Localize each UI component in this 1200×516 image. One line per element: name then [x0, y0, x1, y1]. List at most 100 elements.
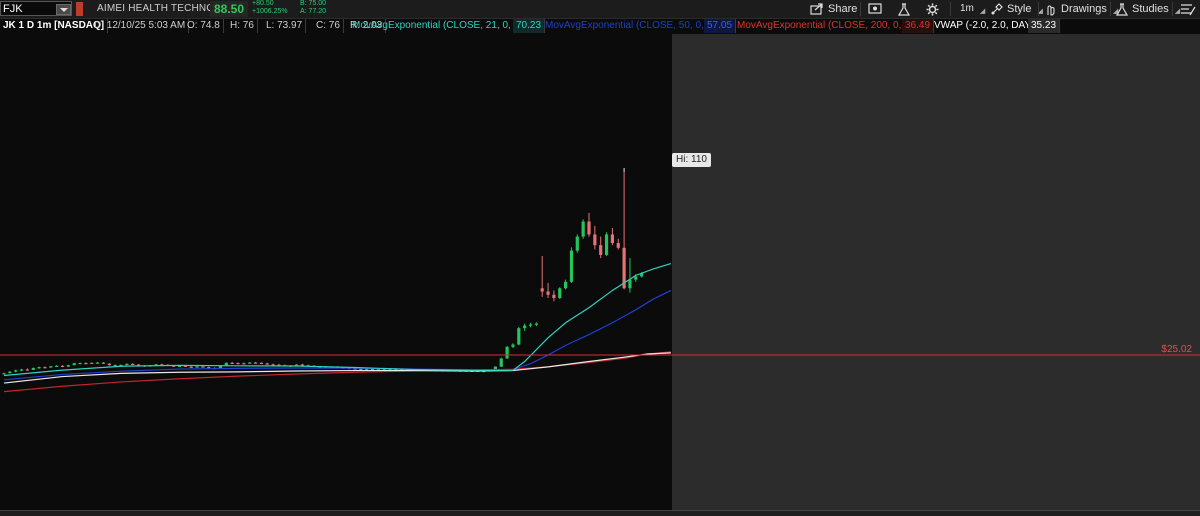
candle-up	[49, 366, 53, 368]
candle-up	[31, 367, 35, 370]
timeframe-button[interactable]: 1m ◢	[960, 1, 985, 17]
gear-icon	[926, 3, 939, 15]
vwap-value: 35.23	[1028, 19, 1061, 33]
flask-button[interactable]	[898, 1, 910, 17]
ask-value: A: 77.20	[300, 8, 327, 15]
candle-down	[230, 362, 234, 364]
studies-button[interactable]: Studies ◢	[1116, 1, 1180, 17]
candle-up	[499, 358, 503, 367]
candle-up	[558, 288, 562, 298]
candle-up	[569, 250, 574, 282]
candle-up	[2, 373, 6, 375]
candle-up	[528, 324, 533, 326]
candle-down	[60, 365, 65, 368]
toolbar-divider	[860, 2, 861, 16]
candle-up	[523, 325, 527, 329]
candle-down	[359, 368, 363, 371]
studies-label: Studies	[1132, 3, 1169, 15]
bid-ask: B: 75.00 A: 77.20	[300, 0, 326, 16]
symbol-input[interactable]: FJK	[0, 1, 72, 16]
candle-up	[365, 368, 369, 371]
candle-down	[265, 363, 269, 365]
flask-icon	[1116, 2, 1128, 16]
candle-down	[101, 362, 106, 364]
candle-up	[55, 365, 59, 368]
symbol-flag-icon[interactable]	[76, 2, 83, 16]
ema21-study[interactable]: MovAvgExponential (CLOSE, 21, 0, no)	[349, 19, 533, 33]
ema50-value: 57.05	[704, 19, 737, 33]
toolbar-divider	[1110, 2, 1111, 16]
bar-high: H: 76	[227, 19, 258, 33]
top-toolbar: FJK AIMEI HEALTH TECHNOL 88.50 +80.50 +1…	[0, 0, 1200, 19]
study-info-bar: JK 1 D 1m [NASDAQ] D: 12/10/25 5:03 AM O…	[0, 18, 1200, 34]
style-label: Style	[1007, 3, 1032, 15]
candle-down	[259, 362, 263, 364]
settings-button[interactable]	[926, 1, 939, 17]
candle-up	[14, 370, 18, 372]
candle-up	[628, 279, 632, 289]
candle-up	[37, 367, 41, 369]
candle-up	[564, 281, 568, 289]
patterns-button[interactable]	[1180, 1, 1196, 17]
candle-down	[300, 364, 304, 366]
studies-layer	[0, 168, 1200, 393]
bar-open: O: 74.8	[184, 19, 224, 33]
candle-down	[546, 291, 550, 295]
bar-date: D: 12/10/25 5:03 AM	[91, 19, 190, 33]
ema200-label: MovAvgExponential (CLOSE, 200, 0, no)	[737, 20, 919, 31]
timeframe-label: 1m	[960, 3, 974, 14]
vwap-label: VWAP (-2.0, 2.0, DAY)	[934, 20, 1035, 31]
candle-down	[593, 234, 597, 246]
candle-up	[72, 363, 76, 366]
price-chart[interactable]	[0, 34, 1200, 510]
toolbar-divider	[950, 2, 951, 16]
share-button[interactable]: Share	[810, 1, 857, 17]
net-change-percent: +1006.25%	[252, 8, 288, 15]
candle-down	[253, 362, 258, 364]
candle-down	[271, 364, 275, 366]
message-icon	[868, 3, 882, 14]
candle-up	[195, 366, 199, 368]
candle-up	[534, 323, 538, 325]
style-button[interactable]: Style ◢	[990, 1, 1043, 17]
candle-up	[19, 369, 24, 371]
candle-down	[540, 288, 544, 292]
candle-up	[604, 234, 609, 255]
company-name: AIMEI HEALTH TECHNOL	[97, 3, 221, 14]
ema21-label: MovAvgExponential (CLOSE, 21, 0, no)	[352, 20, 529, 31]
bottom-scrollbar[interactable]	[0, 510, 1200, 516]
ema21-value: 70.23	[513, 19, 546, 33]
candle-up	[8, 371, 12, 374]
candle-down	[242, 363, 246, 365]
candle-up	[248, 362, 252, 364]
symbol-dropdown-button[interactable]	[56, 4, 71, 15]
vwap-study[interactable]: VWAP (-2.0, 2.0, DAY)	[931, 19, 1039, 33]
candle-up	[96, 362, 100, 364]
candle-down	[236, 363, 240, 365]
candle-up	[511, 344, 515, 347]
flask-icon	[898, 2, 910, 16]
candle-up	[78, 363, 82, 365]
candle-up	[517, 328, 521, 345]
style-brush-icon	[991, 2, 1003, 14]
last-price: 88.50	[210, 1, 249, 17]
bar-close: C: 76	[313, 19, 344, 33]
candle-down	[552, 294, 556, 298]
candle-down	[107, 363, 111, 366]
ema200-value: 36.49	[902, 19, 935, 33]
candle-down	[131, 363, 135, 366]
drawings-label: Drawings	[1061, 3, 1107, 15]
ema200-study[interactable]: MovAvgExponential (CLOSE, 200, 0, no)	[734, 19, 923, 33]
net-change: +80.50 +1006.25%	[252, 0, 288, 16]
drawings-button[interactable]: Drawings ◢	[1044, 1, 1118, 17]
candle-down	[616, 243, 620, 248]
symbol-text: FJK	[3, 3, 23, 15]
candle-up	[505, 346, 509, 359]
toolbar-divider	[1172, 2, 1173, 16]
candle-down	[587, 221, 591, 235]
bid-value: B: 75.00	[300, 0, 327, 7]
alerts-button[interactable]	[868, 1, 882, 17]
ema50-study[interactable]: MovAvgExponential (CLOSE, 50, 0, no)	[542, 19, 726, 33]
bar-low: L: 73.97	[263, 19, 307, 33]
candle-down	[599, 245, 603, 255]
